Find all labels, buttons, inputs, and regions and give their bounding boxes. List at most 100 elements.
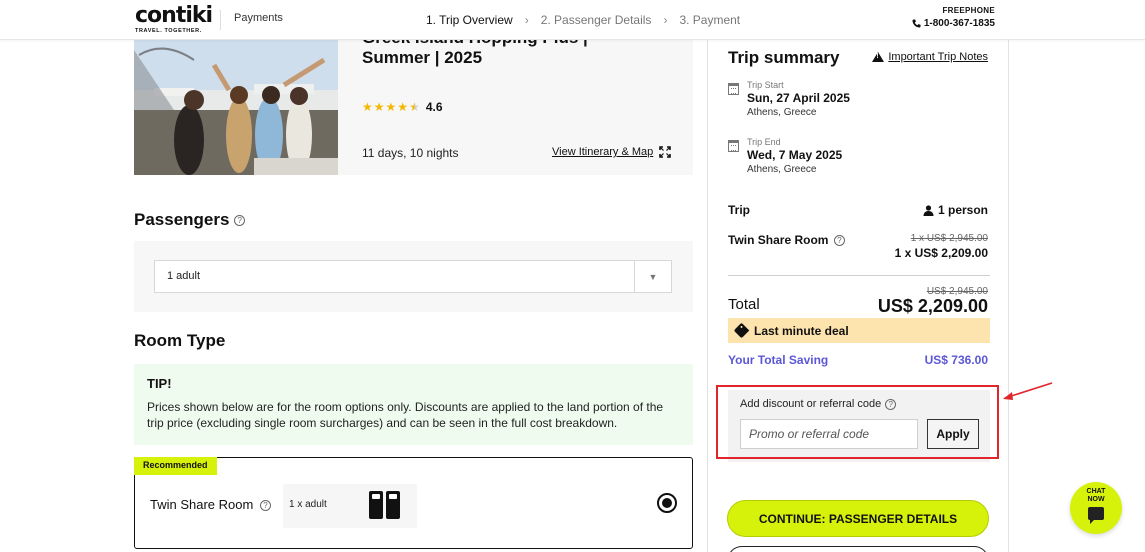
trip-start-date: Sun, 27 April 2025 <box>747 91 850 105</box>
important-trip-notes-label: Important Trip Notes <box>888 51 988 63</box>
trip-duration: 11 days, 10 nights <box>362 146 459 160</box>
promo-code-input[interactable] <box>740 419 918 449</box>
room-old-price: 1 x US$ 2,945.00 <box>910 233 988 244</box>
checkout-steps: 1. Trip Overview › 2. Passenger Details … <box>426 13 740 27</box>
bed-icon <box>369 491 383 519</box>
room-occupancy: 1 x adult <box>289 499 327 510</box>
person-icon <box>923 204 934 216</box>
help-icon[interactable]: ? <box>259 500 271 512</box>
star-icon: ★ <box>385 100 397 114</box>
top-header: contiki TRAVEL. TOGETHER. Payments 1. Tr… <box>0 0 1145 40</box>
help-icon[interactable]: ? <box>833 235 845 247</box>
passengers-panel: 1 adult ▼ <box>134 241 693 312</box>
trip-end-label: Trip End <box>747 137 781 147</box>
star-icon: ★ <box>362 100 373 114</box>
secondary-button[interactable] <box>727 546 989 552</box>
freephone-number: 1-800-367-1835 <box>923 18 995 29</box>
total-saving-value: US$ 736.00 <box>924 353 988 367</box>
freephone-label: FREEPHONE <box>942 6 995 15</box>
trip-end-date: Wed, 7 May 2025 <box>747 148 843 162</box>
deal-label: Last minute deal <box>754 323 849 338</box>
bed-icon <box>386 491 400 519</box>
logo-tagline: TRAVEL. TOGETHER. <box>135 28 202 34</box>
room-row-label: Twin Share Room <box>728 233 829 247</box>
total-label: Total <box>728 296 760 313</box>
twin-beds-icon <box>369 491 400 519</box>
trip-rating: ★ ★ ★ ★ ★ 4.6 <box>362 100 443 114</box>
help-icon[interactable]: ? <box>234 215 246 227</box>
passengers-title: Passengers <box>134 210 230 229</box>
promo-label: Add discount or referral code ? <box>740 398 897 410</box>
room-option-radio[interactable] <box>657 493 677 513</box>
tip-title: TIP! <box>147 376 172 391</box>
apply-button[interactable]: Apply <box>927 419 979 449</box>
trip-title-line2: Summer | 2025 <box>362 48 483 67</box>
chat-label-2: NOW <box>1087 496 1105 503</box>
trip-start-label: Trip Start <box>747 80 784 90</box>
freephone-number-link[interactable]: 1-800-367-1835 <box>912 18 995 29</box>
promo-code-panel: Add discount or referral code ? Apply <box>728 390 990 462</box>
step-trip-overview[interactable]: 1. Trip Overview <box>426 13 513 27</box>
trip-card: Greek Island Hopping Plus | Summer | 202… <box>134 28 693 175</box>
summary-divider <box>728 275 990 276</box>
header-divider <box>220 10 221 30</box>
room-row: Twin Share Room ? <box>728 233 845 247</box>
header-section-label: Payments <box>234 12 283 24</box>
chat-icon <box>1088 507 1104 524</box>
trip-summary-panel: Trip summary Important Trip Notes Trip S… <box>707 40 1009 552</box>
passengers-heading: Passengers ? <box>134 210 246 230</box>
trip-summary-title: Trip summary <box>728 48 840 67</box>
chevron-right-icon: › <box>524 13 529 27</box>
trip-end-location: Athens, Greece <box>747 164 817 175</box>
room-pricing: 1 x US$ 2,945.00 1 x US$ 2,209.00 <box>895 233 988 260</box>
passenger-count-value: 1 adult <box>167 270 201 282</box>
tip-panel: TIP! Prices shown below are for the room… <box>134 364 693 445</box>
calendar-icon <box>728 140 739 152</box>
view-itinerary-label: View Itinerary & Map <box>552 146 654 158</box>
trip-persons: 1 person <box>923 203 988 217</box>
room-new-price: 1 x US$ 2,209.00 <box>894 246 988 260</box>
half-star-icon: ★ <box>409 100 420 114</box>
freephone: FREEPHONE 1-800-367-1835 <box>912 6 995 29</box>
room-option-name: Twin Share Room ? <box>150 497 271 512</box>
promo-label-text: Add discount or referral code <box>740 398 882 410</box>
recommended-badge: Recommended <box>134 457 217 475</box>
chat-now-button[interactable]: CHAT NOW <box>1070 482 1122 534</box>
trip-start-block: Trip Start Sun, 27 April 2025 Athens, Gr… <box>728 80 850 118</box>
trip-start-location: Athens, Greece <box>747 107 817 118</box>
calendar-icon <box>728 83 739 95</box>
room-type-heading: Room Type <box>134 331 226 350</box>
tip-text: Prices shown below are for the room opti… <box>147 400 664 430</box>
room-occupancy-box: 1 x adult <box>283 484 417 528</box>
star-icon: ★ <box>397 100 409 114</box>
room-option-twin-share[interactable]: Recommended Twin Share Room ? 1 x adult <box>134 457 693 549</box>
rating-value: 4.6 <box>425 100 443 114</box>
chevron-right-icon: › <box>663 13 668 27</box>
help-icon[interactable]: ? <box>885 398 897 410</box>
caret-down-icon[interactable]: ▼ <box>634 261 671 292</box>
annotation-arrow <box>1003 382 1053 400</box>
view-itinerary-link[interactable]: View Itinerary & Map <box>552 146 672 158</box>
trip-end-block: Trip End Wed, 7 May 2025 Athens, Greece <box>728 137 842 175</box>
step-payment[interactable]: 3. Payment <box>679 13 740 27</box>
trip-photo-image <box>134 40 338 175</box>
phone-icon <box>912 19 921 28</box>
trip-row-label: Trip <box>728 203 751 217</box>
contiki-logo[interactable]: contiki TRAVEL. TOGETHER. <box>135 3 213 35</box>
tag-icon <box>733 322 750 339</box>
logo-wordmark: contiki <box>135 3 213 28</box>
continue-passenger-details-button[interactable]: CONTINUE: PASSENGER DETAILS <box>727 500 989 537</box>
total-saving-label: Your Total Saving <box>728 353 829 367</box>
persons-count: 1 person <box>937 203 988 217</box>
total-price: US$ 2,209.00 <box>877 296 988 316</box>
room-option-label: Twin Share Room <box>150 497 254 512</box>
important-trip-notes-link[interactable]: Important Trip Notes <box>872 51 988 63</box>
expand-icon <box>659 146 672 158</box>
last-minute-deal-banner: Last minute deal <box>728 318 990 343</box>
chat-label-1: CHAT <box>1086 488 1106 495</box>
star-icon: ★ <box>373 100 385 114</box>
warning-icon <box>872 52 885 62</box>
trip-photo <box>134 40 338 175</box>
passenger-count-select[interactable]: 1 adult ▼ <box>154 260 672 293</box>
step-passenger-details[interactable]: 2. Passenger Details <box>541 13 652 27</box>
